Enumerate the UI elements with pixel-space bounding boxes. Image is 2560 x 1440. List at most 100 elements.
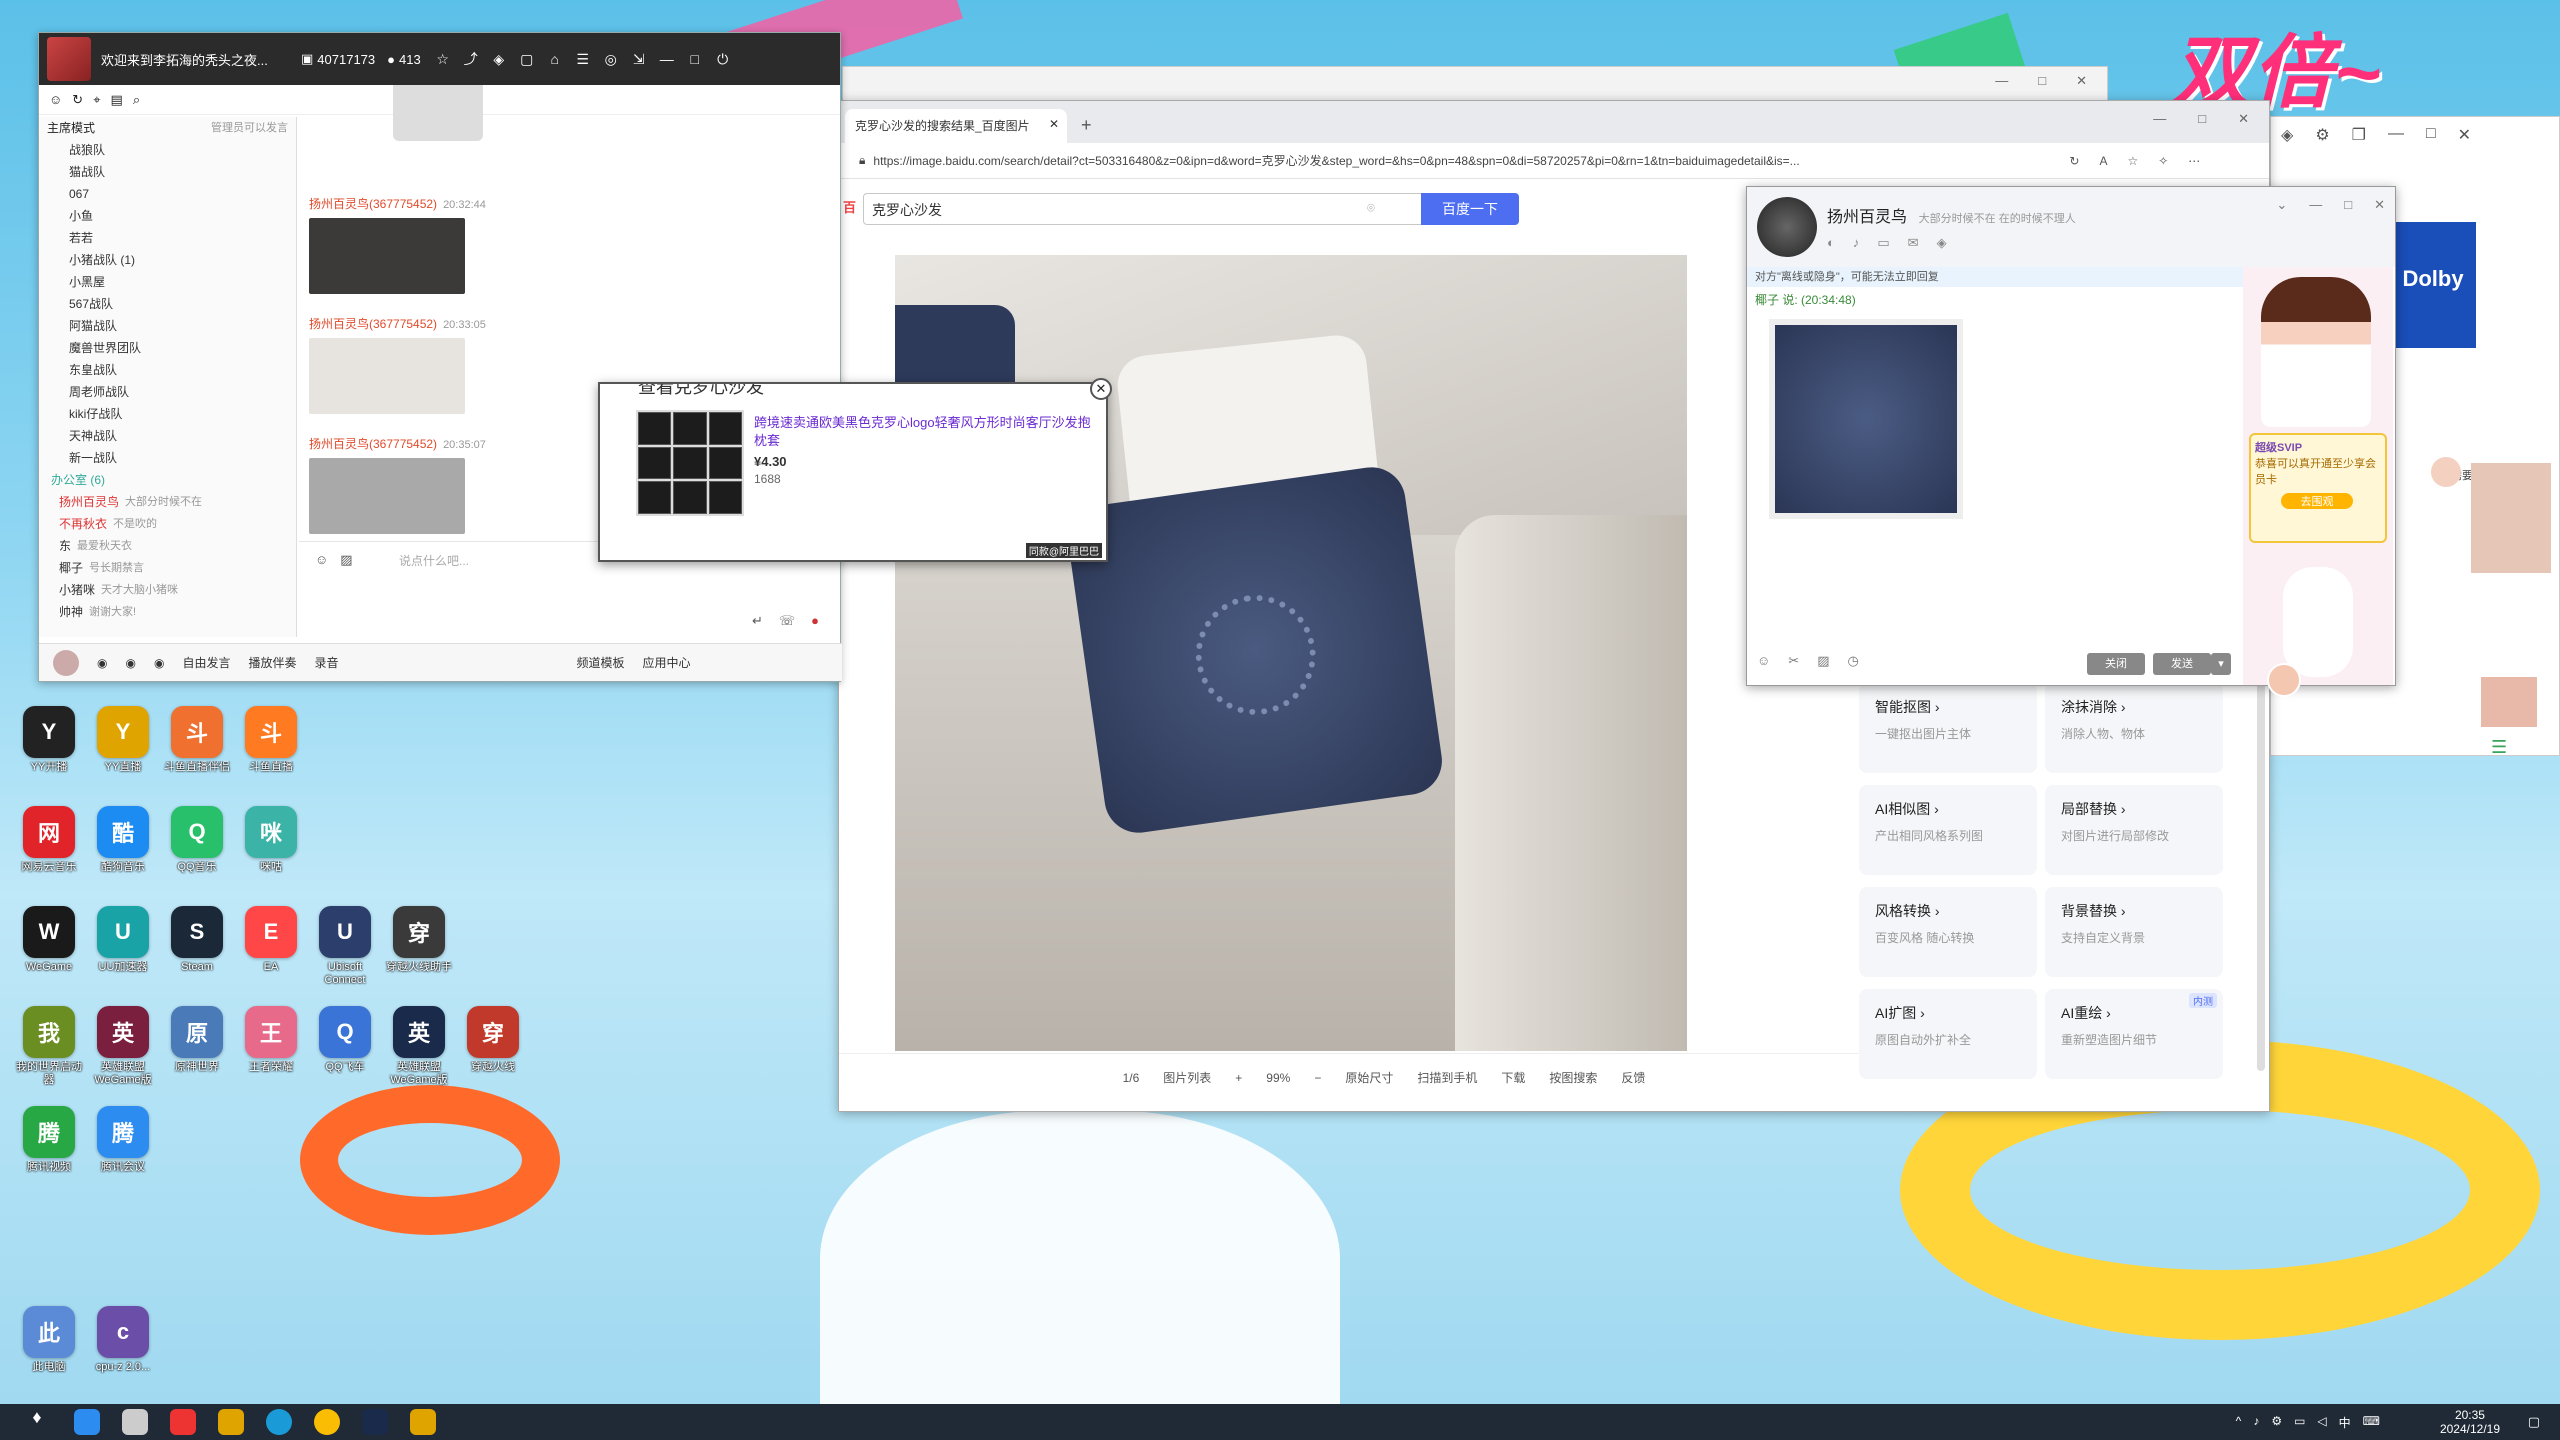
- desktop-icon[interactable]: U UU加速器: [86, 906, 160, 974]
- channel-item[interactable]: 若若: [39, 227, 296, 249]
- screen-share-icon[interactable]: ▭: [1877, 235, 1889, 251]
- minimize-icon[interactable]: —: [2309, 197, 2322, 213]
- viewer-control[interactable]: +: [1235, 1071, 1242, 1085]
- viewer-control[interactable]: 图片列表: [1163, 1069, 1211, 1086]
- camera-icon[interactable]: ⌾: [1367, 200, 1375, 216]
- member-item[interactable]: 帅神 谢谢大家!: [39, 601, 296, 623]
- viewer-control[interactable]: 99%: [1266, 1071, 1290, 1085]
- viewer-control[interactable]: 扫描到手机: [1417, 1069, 1477, 1086]
- maximize-icon[interactable]: □: [2344, 197, 2352, 213]
- viewer-control[interactable]: 按图搜索: [1549, 1069, 1597, 1086]
- ai-tool-card[interactable]: AI相似图 › 产出相同风格系列图: [1859, 785, 2037, 875]
- preview-image[interactable]: [895, 255, 1687, 1051]
- maximize-icon[interactable]: □: [2038, 73, 2046, 89]
- mic-icon[interactable]: ♪: [1853, 235, 1860, 251]
- channel-item[interactable]: 魔兽世界团队: [39, 337, 296, 359]
- member-item[interactable]: 东最爱秋天衣: [39, 535, 296, 557]
- maximize-icon[interactable]: □: [2198, 111, 2206, 127]
- tray-up-icon[interactable]: ^: [2236, 1414, 2242, 1431]
- close-icon[interactable]: ✕: [2238, 111, 2249, 127]
- chrome-icon[interactable]: [314, 1409, 340, 1435]
- window-icon[interactable]: ❐: [2352, 125, 2366, 145]
- search-icon[interactable]: ⌕: [133, 92, 140, 108]
- svip-go-button[interactable]: 去围观: [2281, 493, 2353, 509]
- desktop-icon[interactable]: 英英雄联盟WeGame版: [382, 1006, 456, 1087]
- user-icon[interactable]: ☺: [49, 92, 62, 107]
- address-bar[interactable]: 🔒︎ https://image.baidu.com/search/detail…: [839, 143, 2269, 179]
- thumbnail-image[interactable]: [2481, 677, 2537, 727]
- office-group[interactable]: 办公室 (6): [39, 469, 296, 491]
- channel-item[interactable]: 天神战队: [39, 425, 296, 447]
- mic-icon[interactable]: ♦: [22, 1407, 52, 1437]
- channel-item[interactable]: 067: [39, 183, 296, 205]
- channel-item[interactable]: 猫战队: [39, 161, 296, 183]
- chat-image[interactable]: [1769, 319, 1963, 519]
- channel-item[interactable]: 新一战队: [39, 447, 296, 469]
- app-icon-yy2[interactable]: [410, 1409, 436, 1435]
- desktop-icon[interactable]: S Steam: [160, 906, 234, 974]
- channel-avatar[interactable]: [47, 37, 91, 81]
- channel-item[interactable]: 小鱼: [39, 205, 296, 227]
- search-input[interactable]: 克罗心沙发: [863, 193, 1423, 225]
- chat-icon[interactable]: ☏: [779, 613, 795, 629]
- minimize-icon[interactable]: —: [659, 51, 675, 67]
- edge-icon[interactable]: [266, 1409, 292, 1435]
- desktop-icon[interactable]: Q QQ飞车: [308, 1006, 382, 1074]
- tab-close-icon[interactable]: ✕: [1049, 117, 1059, 131]
- shield-icon[interactable]: ◈: [491, 51, 507, 68]
- member-item[interactable]: 扬州百灵鸟 大部分时候不在: [39, 491, 296, 513]
- list-icon[interactable]: ☰: [2491, 737, 2507, 758]
- app-icon-k[interactable]: [74, 1409, 100, 1435]
- mic-icon[interactable]: ◉: [125, 656, 135, 670]
- close-icon[interactable]: ✕: [2374, 197, 2385, 213]
- viewer-control[interactable]: −: [1314, 1071, 1321, 1085]
- message-image[interactable]: [309, 338, 465, 414]
- desktop-icon[interactable]: 此此电脑: [12, 1306, 86, 1374]
- mic-tray-icon[interactable]: ♪: [2253, 1414, 2259, 1431]
- desktop-icon[interactable]: 咪咪咕: [234, 806, 308, 874]
- baidu-logo[interactable]: 百: [843, 197, 856, 216]
- speaker-icon[interactable]: ◉: [97, 656, 107, 670]
- app-icon-yy[interactable]: [218, 1409, 244, 1435]
- message-image[interactable]: [309, 218, 465, 294]
- channel-item[interactable]: 567战队: [39, 293, 296, 315]
- favorite-star-icon[interactable]: ☆: [2127, 154, 2138, 168]
- desktop-icon[interactable]: 原原神世界: [160, 1006, 234, 1074]
- ai-tool-card[interactable]: 背景替换 › 支持自定义背景: [2045, 887, 2223, 977]
- contact-avatar[interactable]: [1757, 197, 1817, 257]
- close-button[interactable]: 关闭: [2087, 653, 2145, 675]
- channel-item[interactable]: kiki仔战队: [39, 403, 296, 425]
- minimize-icon[interactable]: —: [2388, 125, 2404, 145]
- message-image[interactable]: [309, 458, 465, 534]
- mixer-icon[interactable]: ◉: [154, 656, 164, 670]
- dolby-tile[interactable]: Dolby: [2390, 222, 2476, 348]
- new-tab-button[interactable]: +: [1067, 109, 1106, 143]
- desktop-icon[interactable]: 斗斗鱼直播: [234, 706, 308, 774]
- network-icon[interactable]: ▭: [2294, 1414, 2305, 1431]
- image-icon[interactable]: ▨: [1817, 653, 1829, 669]
- viewer-control[interactable]: 1/6: [1123, 1071, 1140, 1085]
- collapse-icon[interactable]: ⇲: [631, 51, 647, 68]
- dropdown-icon[interactable]: ⌄: [2276, 197, 2287, 213]
- member-item[interactable]: 小猪咪 天才大脑小猪咪: [39, 579, 296, 601]
- settings-icon[interactable]: ⚙: [2315, 125, 2329, 145]
- minimize-icon[interactable]: —: [1995, 73, 2008, 89]
- minimize-icon[interactable]: —: [2153, 111, 2166, 127]
- channel-item[interactable]: 东皇战队: [39, 359, 296, 381]
- channel-item[interactable]: 小猪战队 (1): [39, 249, 296, 271]
- record-icon[interactable]: ●: [811, 613, 819, 629]
- bottom-bar-item[interactable]: 频道模板: [577, 654, 625, 671]
- desktop-icon[interactable]: 穿穿越火线助手: [382, 906, 456, 974]
- keyboard-icon[interactable]: ⌨: [2363, 1414, 2380, 1431]
- message-sender[interactable]: 扬州百灵鸟(367775452): [309, 197, 437, 211]
- gamepad-icon[interactable]: ◎: [603, 51, 619, 68]
- ime-indicator[interactable]: 中: [2339, 1414, 2351, 1431]
- desktop-icon[interactable]: U Ubisoft Connect: [308, 906, 382, 987]
- member-item[interactable]: 椰子 号长期禁言: [39, 557, 296, 579]
- location-icon[interactable]: ⌖: [93, 92, 100, 108]
- mode-selector[interactable]: 主席模式: [47, 117, 95, 139]
- history-icon[interactable]: ◷: [1847, 653, 1858, 669]
- app-icon-douyu[interactable]: [170, 1409, 196, 1435]
- emoji-icon[interactable]: ☺: [1757, 653, 1770, 669]
- read-aloud-icon[interactable]: A: [2099, 154, 2107, 168]
